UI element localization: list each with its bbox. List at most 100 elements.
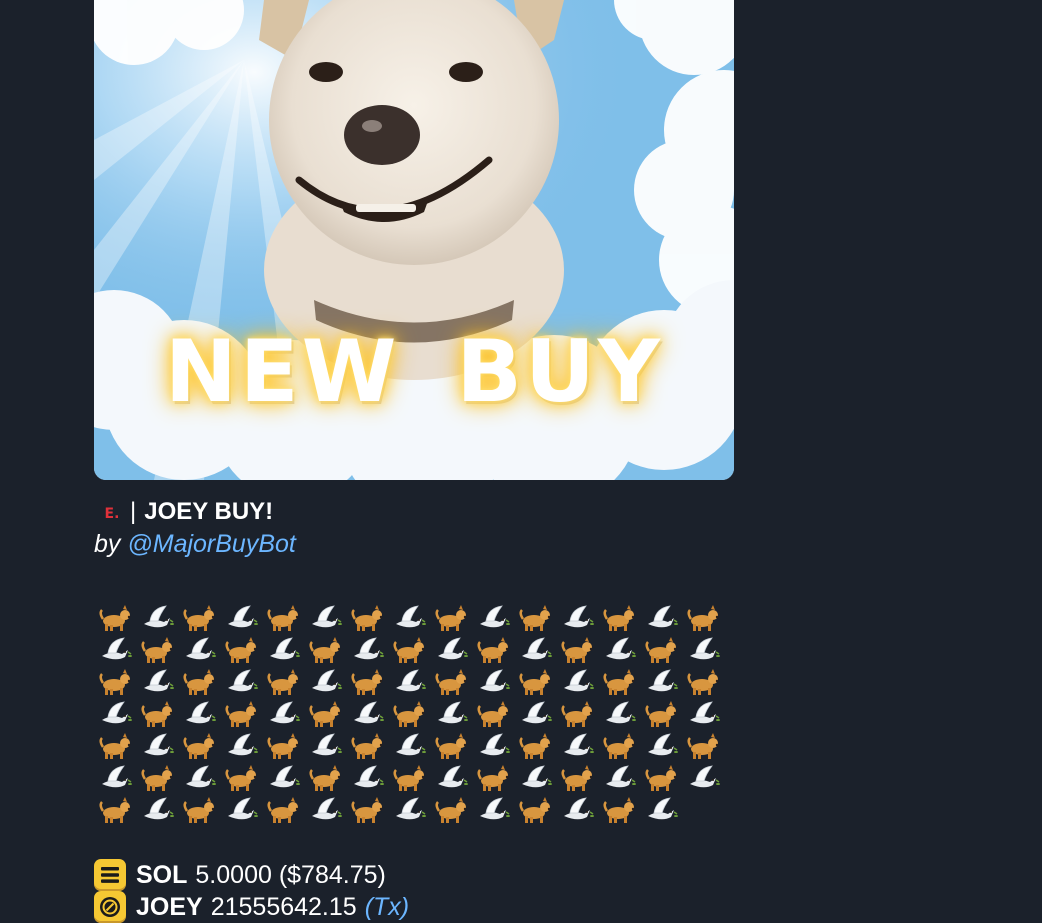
- dove-icon: [472, 666, 514, 698]
- dog-icon: [262, 602, 304, 634]
- dog-icon: [346, 794, 388, 826]
- dove-icon: [556, 730, 598, 762]
- dog-icon: [682, 666, 724, 698]
- dog-icon: [682, 602, 724, 634]
- dog-icon: [472, 762, 514, 794]
- dove-icon: [178, 634, 220, 666]
- dove-icon: [136, 602, 178, 634]
- solana-icon: [94, 859, 126, 891]
- dog-icon: [304, 762, 346, 794]
- dog-icon: [136, 634, 178, 666]
- dog-icon: [346, 730, 388, 762]
- new-buy-caption: NEW BUY: [164, 322, 664, 422]
- emoji-row: [94, 698, 724, 730]
- dove-icon: [136, 666, 178, 698]
- dove-icon: [472, 602, 514, 634]
- dove-icon: [430, 634, 472, 666]
- dove-icon: [430, 698, 472, 730]
- dove-icon: [304, 730, 346, 762]
- dog-icon: [94, 730, 136, 762]
- dove-icon: [640, 602, 682, 634]
- byline-prefix: by: [94, 530, 121, 558]
- dove-icon: [472, 794, 514, 826]
- dog-icon: [178, 730, 220, 762]
- emoji-grid: [94, 602, 724, 826]
- dove-icon: [262, 634, 304, 666]
- dog-icon: [598, 602, 640, 634]
- dog-icon: [430, 666, 472, 698]
- emoji-row: [94, 794, 724, 826]
- stat-value-sol: 5.0000 ($784.75): [195, 861, 386, 889]
- dog-icon: [430, 794, 472, 826]
- dove-icon: [136, 730, 178, 762]
- dove-icon: [220, 602, 262, 634]
- dog-icon: [178, 794, 220, 826]
- dove-icon: [514, 698, 556, 730]
- dog-icon: [346, 666, 388, 698]
- dog-icon: [304, 634, 346, 666]
- dove-icon: [640, 666, 682, 698]
- stat-line-joey: JOEY 21555642.15 (Tx): [94, 891, 734, 923]
- dog-icon: [682, 730, 724, 762]
- bot-handle-link[interactable]: @MajorBuyBot: [127, 530, 296, 558]
- stat-label-joey: JOEY: [136, 893, 203, 921]
- dog-icon: [556, 634, 598, 666]
- new-buy-image[interactable]: NEW BUY: [94, 0, 734, 480]
- stat-line-sol: SOL 5.0000 ($784.75): [94, 859, 734, 891]
- dog-icon: [430, 730, 472, 762]
- dove-icon: [472, 730, 514, 762]
- dove-icon: [556, 794, 598, 826]
- dog-icon: [430, 602, 472, 634]
- dog-icon: [640, 762, 682, 794]
- dog-icon: [388, 762, 430, 794]
- dove-icon: [94, 698, 136, 730]
- dog-icon: [472, 634, 514, 666]
- post-title-line: E. | JOEY BUY!: [94, 497, 734, 527]
- dog-icon: [220, 698, 262, 730]
- dove-icon: [94, 634, 136, 666]
- dove-icon: [682, 698, 724, 730]
- emoji-row: [94, 666, 724, 698]
- dog-icon: [136, 762, 178, 794]
- dog-icon: [514, 794, 556, 826]
- title-separator: |: [130, 498, 137, 525]
- dog-icon: [640, 698, 682, 730]
- joey-token-icon: [94, 891, 126, 923]
- dove-icon: [262, 698, 304, 730]
- dog-icon: [556, 762, 598, 794]
- brand-mark-icon: E.: [104, 506, 120, 522]
- dog-icon: [388, 634, 430, 666]
- emoji-row: [94, 602, 724, 634]
- dog-icon: [388, 698, 430, 730]
- dog-icon: [178, 666, 220, 698]
- dog-icon: [346, 602, 388, 634]
- dove-icon: [556, 602, 598, 634]
- message-bubble: NEW BUY E. | JOEY BUY! by @MajorBuyBot S…: [94, 0, 734, 923]
- dove-icon: [346, 762, 388, 794]
- dog-icon: [598, 666, 640, 698]
- dove-icon: [262, 762, 304, 794]
- dog-icon: [94, 794, 136, 826]
- stat-label-sol: SOL: [136, 861, 188, 889]
- dog-icon: [472, 698, 514, 730]
- dove-icon: [304, 794, 346, 826]
- dove-icon: [388, 602, 430, 634]
- dog-icon: [514, 602, 556, 634]
- dove-icon: [178, 762, 220, 794]
- dove-icon: [304, 602, 346, 634]
- post-title: JOEY BUY!: [144, 498, 274, 525]
- tx-link[interactable]: (Tx): [365, 891, 409, 923]
- dove-icon: [388, 730, 430, 762]
- dove-icon: [220, 666, 262, 698]
- dove-icon: [304, 666, 346, 698]
- emoji-row: [94, 634, 724, 666]
- dove-icon: [514, 634, 556, 666]
- emoji-row: [94, 730, 724, 762]
- dove-icon: [598, 698, 640, 730]
- dove-icon: [346, 634, 388, 666]
- dove-icon: [136, 794, 178, 826]
- dove-icon: [556, 666, 598, 698]
- dove-icon: [514, 762, 556, 794]
- dove-icon: [682, 634, 724, 666]
- dog-icon: [262, 666, 304, 698]
